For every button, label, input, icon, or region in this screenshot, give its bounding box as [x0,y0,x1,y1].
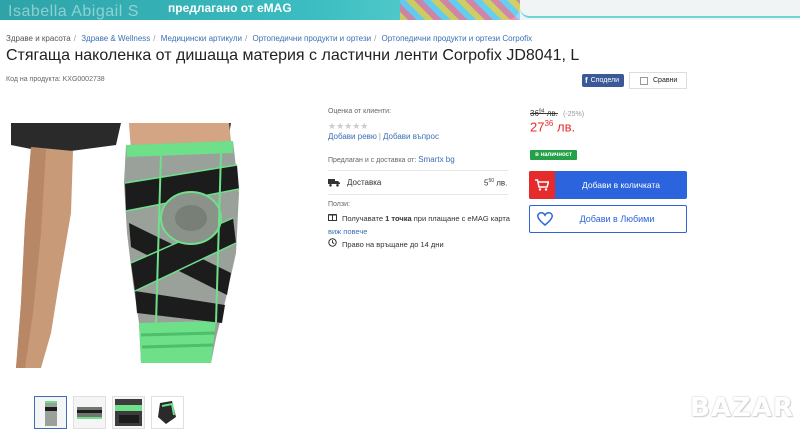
rating-stars: ★★★★★ [328,121,369,131]
thumbnail[interactable] [73,396,106,429]
product-image[interactable] [11,123,311,368]
add-to-cart-button[interactable]: Добави в количката [529,171,687,199]
seller-link[interactable]: Smartx bg [418,155,454,164]
seller-label: Предлаган и с доставка от: [328,157,417,164]
banner-decoration [400,0,520,20]
thumbnail-image [158,401,176,424]
heart-icon [530,212,560,226]
bazar-logo: BAZAR [690,393,794,423]
delivery-price-dec: 50 [488,178,495,184]
compare-label: Сравни [653,77,678,84]
delivery-price: 550 лв. [484,178,507,188]
share-label: Сподели [590,77,619,84]
current-price: 2736 лв. [530,119,575,134]
thumbnail[interactable] [151,396,184,429]
points-benefit: Получавате 1 точка при плащане с eMAG ка… [328,212,513,238]
checkbox-icon [640,76,648,85]
breadcrumb-item[interactable]: Здраве & Wellness [81,34,150,43]
old-price: 3694 лв. (-25%) [530,108,584,118]
cart-icon [529,171,555,199]
see-more-link[interactable]: виж повече [328,227,367,236]
breadcrumb-item[interactable]: Ортопедични продукти и ортези [252,34,371,43]
breadcrumb-item[interactable]: Здраве и красота [6,34,71,43]
return-icon [328,238,338,249]
divider [328,194,508,195]
price-currency: лв. [557,119,576,135]
product-code: Код на продукта: KXG0002738 [6,76,105,83]
add-question-link[interactable]: Добави въпрос [383,132,439,141]
delivery-currency: лв. [496,178,508,188]
points-text: при плащане с eMAG карта [413,214,510,223]
stock-badge: в наличност [530,150,577,160]
watermark-text: Isabella Abigail S [8,3,139,20]
price-int: 27 [530,119,545,135]
thumbnail-image [115,399,142,426]
thumbnail-image [77,407,102,419]
old-price-dec: 94 [538,108,545,114]
banner-text: предлагано от eMAG [168,1,292,15]
divider [328,170,508,171]
benefits-label: Ползи: [328,201,350,208]
product-title: Стягаща наколенка от дишаща материя с ла… [6,47,580,64]
compare-checkbox[interactable]: Сравни [629,72,687,89]
seller-info: Предлаган и с доставка от: Smartx bg [328,155,455,164]
share-button[interactable]: f Сподели [582,74,624,87]
gift-icon [328,212,338,225]
knee-brace-photo [11,123,240,368]
add-to-favorites-label: Добави в Любими [579,214,655,224]
truck-icon [328,178,340,189]
thumbnail[interactable] [112,396,145,429]
points-text: Получавате [342,214,384,223]
add-to-favorites-button[interactable]: Добави в Любими [529,205,687,233]
breadcrumb: Здраве и красота / Здраве & Wellness / Мед… [6,34,533,43]
delivery-label: Доставка [347,178,382,187]
breadcrumb-item[interactable]: Медицински артикули [161,34,242,43]
add-to-cart-label: Добави в количката [582,180,660,190]
review-links: Добави ревю | Добави въпрос [328,132,439,141]
old-price-int: 36 [530,108,539,118]
top-banner[interactable]: Isabella Abigail S предлагано от eMAG [0,0,800,20]
thumbnail-image [45,401,57,426]
return-text: Право на връщане до 14 дни [342,240,444,249]
add-review-link[interactable]: Добави ревю [328,132,377,141]
rating-label: Оценка от клиенти: [328,108,392,115]
thumbnail[interactable] [34,396,67,429]
banner-divider [520,8,800,18]
points-value: 1 точка [385,214,412,223]
discount-badge: (-25%) [563,110,585,118]
price-dec: 36 [544,119,554,128]
old-price-currency: лв. [546,108,558,118]
facebook-icon: f [585,76,588,85]
thumbnail-gallery [34,396,184,429]
return-benefit: Право на връщане до 14 дни [328,238,444,249]
breadcrumb-item[interactable]: Ортопедични продукти и ортези Corpofix [382,34,533,43]
